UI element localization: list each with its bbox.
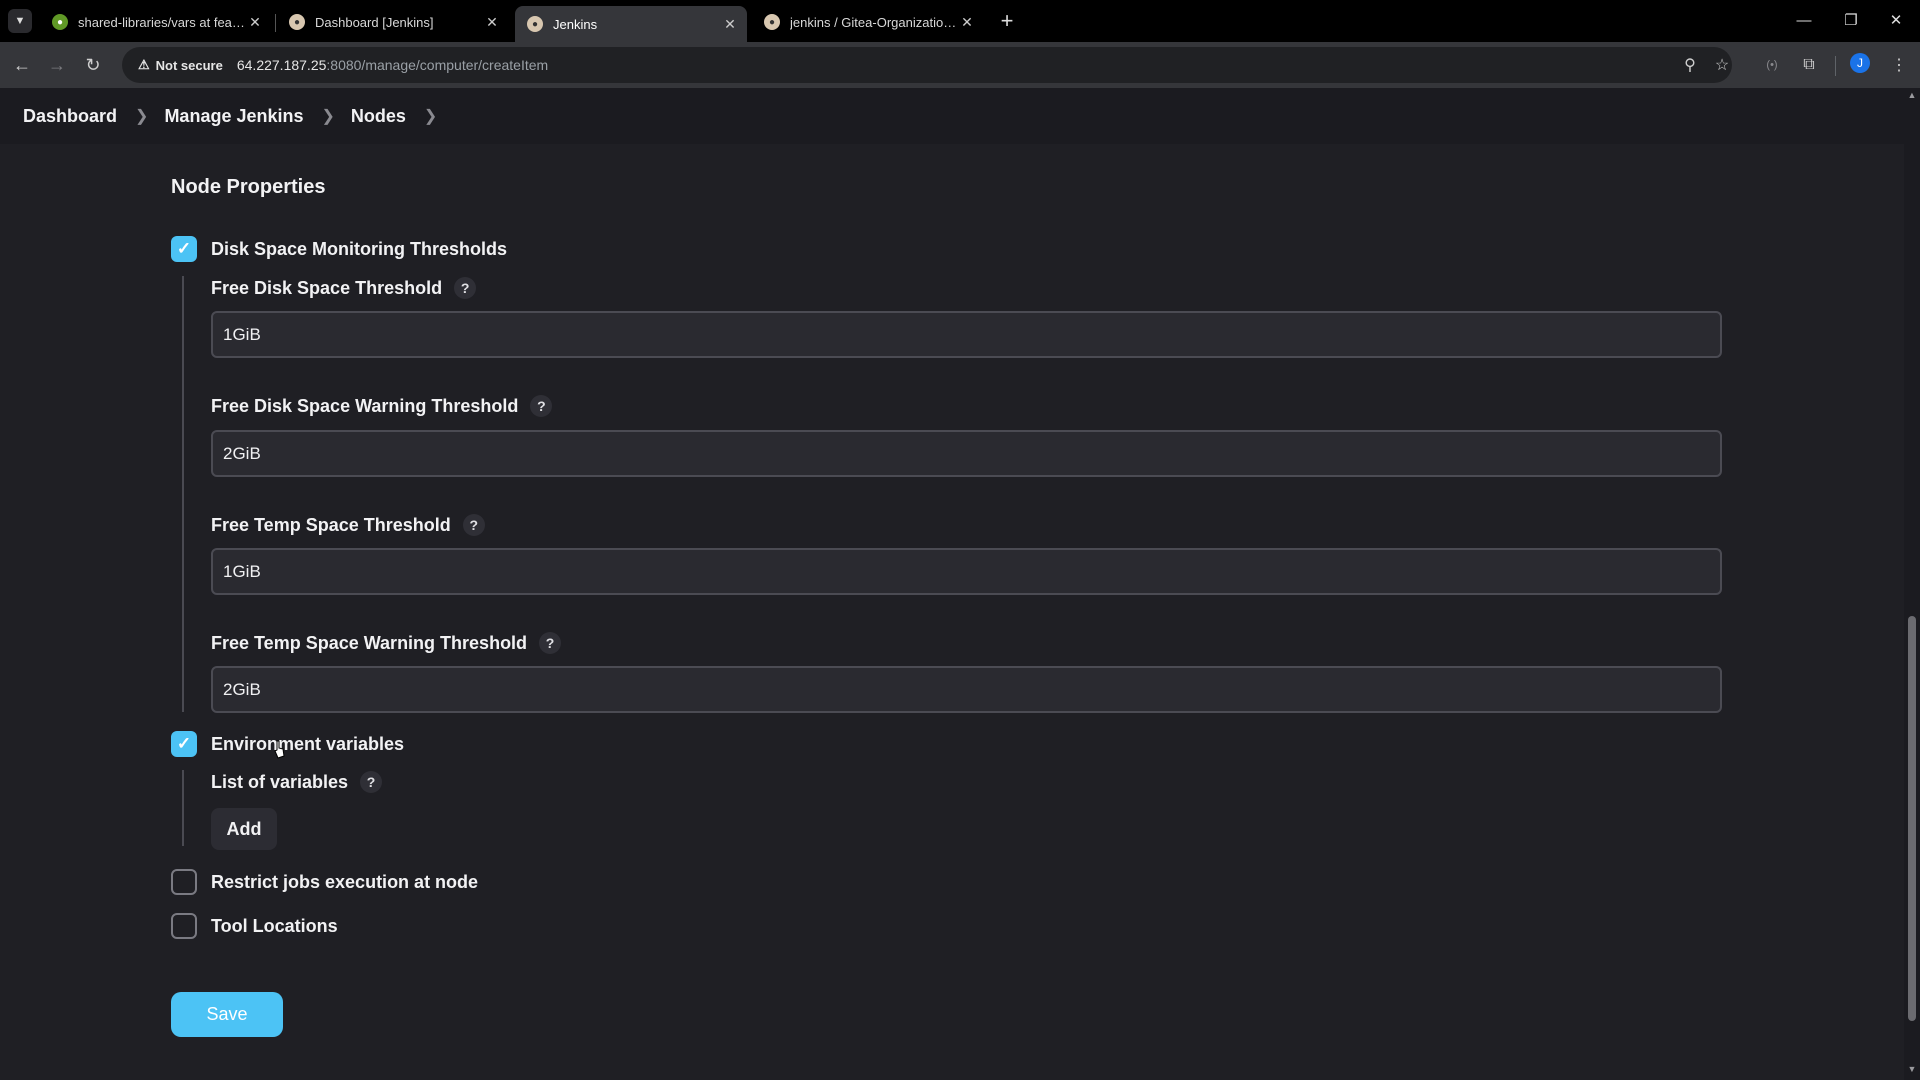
close-tab-icon[interactable]: ✕ (721, 15, 739, 33)
window-close-icon[interactable]: ✕ (1880, 8, 1912, 32)
field-label-text: Free Temp Space Threshold (211, 514, 451, 535)
scroll-up-arrow-icon[interactable]: ▲ (1906, 90, 1918, 100)
browser-tab-jenkins-active[interactable]: ● Jenkins ✕ (515, 6, 747, 42)
close-tab-icon[interactable]: ✕ (483, 13, 501, 31)
nested-indent-line (182, 276, 184, 712)
warning-triangle-icon: ⚠ (138, 57, 150, 72)
tab-divider (275, 14, 276, 32)
media-cast-icon[interactable]: (•) (1760, 53, 1784, 77)
checkmark-icon: ✓ (176, 239, 192, 258)
field-label-text: Free Disk Space Warning Threshold (211, 395, 519, 416)
browser-tab-dashboard[interactable]: ● Dashboard [Jenkins] ✕ (277, 6, 509, 38)
save-button[interactable]: Save (171, 992, 283, 1037)
jenkins-favicon-icon: ● (764, 14, 780, 30)
tab-title: jenkins / Gitea-Organization/sc (790, 14, 958, 30)
tool-locations-checkbox-row[interactable]: Tool Locations (171, 913, 338, 939)
help-icon[interactable]: ? (539, 632, 562, 654)
url-host: 64.227.187.25 (236, 57, 327, 73)
env-vars-checkbox[interactable]: ✓ (171, 731, 197, 757)
jenkins-favicon-icon: ● (289, 14, 305, 30)
tab-title: shared-libraries/vars at feature (78, 14, 246, 30)
gitea-favicon-icon: ● (52, 14, 68, 30)
browser-menu-dots-icon[interactable]: ⋮ (1887, 53, 1911, 77)
chevron-right-icon[interactable]: ❯ (424, 106, 437, 126)
field-label-text: List of variables (211, 771, 349, 792)
disk-space-checkbox-label[interactable]: Disk Space Monitoring Thresholds (211, 239, 507, 260)
close-tab-icon[interactable]: ✕ (958, 13, 976, 31)
tab-search-chevron-icon[interactable]: ▼ (8, 9, 32, 33)
add-variable-button[interactable]: Add (211, 808, 277, 850)
close-tab-icon[interactable]: ✕ (246, 13, 264, 31)
free-temp-threshold-input[interactable] (211, 548, 1722, 595)
mouse-pointer-hand-icon (274, 740, 285, 759)
browser-tab-bar: ▼ ● shared-libraries/vars at feature ✕ ●… (0, 0, 1920, 42)
forward-arrow-icon[interactable]: → (45, 53, 69, 77)
tool-locations-checkbox-label[interactable]: Tool Locations (211, 916, 338, 937)
free-temp-warning-input[interactable] (211, 666, 1722, 713)
chevron-right-icon[interactable]: ❯ (135, 106, 148, 126)
restrict-jobs-checkbox-label[interactable]: Restrict jobs execution at node (211, 872, 478, 893)
restrict-jobs-checkbox-row[interactable]: Restrict jobs execution at node (171, 869, 478, 895)
not-secure-label: Not secure (155, 57, 223, 73)
help-icon[interactable]: ? (454, 277, 477, 299)
reload-icon[interactable]: ↻ (81, 53, 105, 77)
jenkins-favicon-icon: ● (527, 16, 543, 32)
profile-avatar[interactable]: J (1850, 53, 1870, 73)
checkmark-icon: ✓ (176, 734, 192, 753)
chevron-right-icon[interactable]: ❯ (322, 106, 335, 126)
browser-toolbar: ← → ↻ ⚠ Not secure 64.227.187.25:8080/ma… (0, 42, 1920, 88)
restrict-jobs-checkbox[interactable] (171, 869, 197, 895)
browser-tab-shared-libraries[interactable]: ● shared-libraries/vars at feature ✕ (40, 6, 272, 38)
help-icon[interactable]: ? (530, 395, 553, 417)
disk-space-checkbox-row[interactable]: ✓ Disk Space Monitoring Thresholds (171, 236, 507, 262)
env-vars-checkbox-row[interactable]: ✓ Environment variables (171, 731, 404, 757)
address-bar[interactable]: ⚠ Not secure 64.227.187.25:8080/manage/c… (122, 47, 1732, 83)
breadcrumb-manage-jenkins[interactable]: Manage Jenkins (164, 106, 303, 127)
url-text: 64.227.187.25:8080/manage/computer/creat… (237, 57, 548, 73)
field-label-text: Free Disk Space Threshold (211, 277, 443, 298)
free-disk-warning-label: Free Disk Space Warning Threshold ? (211, 395, 553, 417)
tool-locations-checkbox[interactable] (171, 913, 197, 939)
tab-title: Dashboard [Jenkins] (315, 14, 434, 30)
disk-space-checkbox[interactable]: ✓ (171, 236, 197, 262)
free-temp-threshold-label: Free Temp Space Threshold ? (211, 514, 485, 536)
free-disk-warning-input[interactable] (211, 430, 1722, 477)
not-secure-chip[interactable]: ⚠ Not secure (132, 51, 233, 79)
bookmark-star-icon[interactable]: ☆ (1710, 53, 1734, 77)
minimize-icon[interactable]: — (1788, 8, 1820, 32)
free-disk-threshold-input[interactable] (211, 311, 1722, 358)
section-title: Node Properties (171, 176, 326, 198)
free-disk-threshold-label: Free Disk Space Threshold ? (211, 277, 477, 299)
node-properties-form: Node Properties ✓ Disk Space Monitoring … (0, 144, 1904, 1080)
scroll-down-arrow-icon[interactable]: ▼ (1906, 1064, 1918, 1074)
nested-indent-line (182, 770, 184, 846)
back-arrow-icon[interactable]: ← (10, 53, 34, 77)
browser-tab-gitea-org[interactable]: ● jenkins / Gitea-Organization/sc ✕ (752, 6, 984, 38)
scrollbar-thumb[interactable] (1908, 616, 1916, 1021)
env-vars-checkbox-label[interactable]: Environment variables (211, 734, 404, 755)
help-icon[interactable]: ? (462, 514, 485, 536)
zoom-magnifier-icon[interactable]: ⚲ (1678, 53, 1702, 77)
breadcrumb-nodes[interactable]: Nodes (351, 106, 406, 127)
free-temp-warning-label: Free Temp Space Warning Threshold ? (211, 632, 562, 654)
help-icon[interactable]: ? (360, 771, 383, 793)
breadcrumb-dashboard[interactable]: Dashboard (23, 106, 117, 127)
list-of-variables-label: List of variables ? (211, 771, 383, 793)
breadcrumb: Dashboard ❯ Manage Jenkins ❯ Nodes ❯ (0, 88, 1904, 144)
field-label-text: Free Temp Space Warning Threshold (211, 632, 528, 653)
toolbar-divider (1835, 56, 1836, 76)
new-tab-plus-icon[interactable]: + (995, 8, 1019, 33)
extensions-puzzle-icon[interactable]: ⧉ (1797, 53, 1821, 77)
restore-icon[interactable]: ❐ (1835, 8, 1867, 32)
url-path: :8080/manage/computer/createItem (326, 57, 549, 73)
tab-title: Jenkins (553, 16, 598, 32)
